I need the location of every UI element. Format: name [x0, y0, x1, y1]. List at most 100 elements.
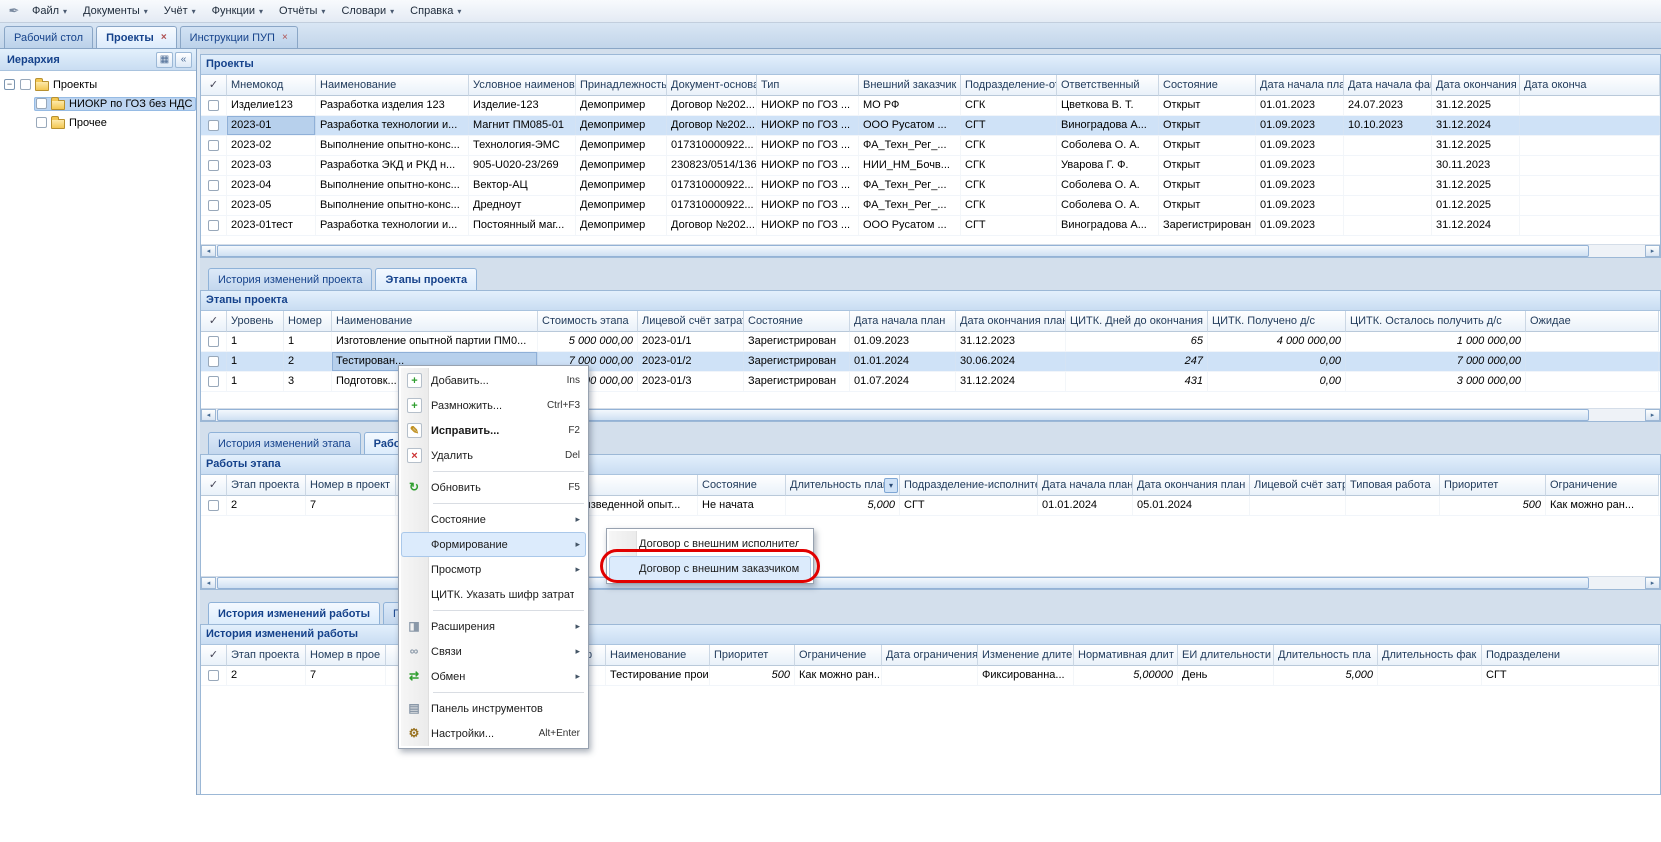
column-header[interactable]: Наименование [606, 645, 710, 666]
column-header[interactable]: Дата начала факт. [1344, 75, 1432, 96]
tree-node-inner[interactable]: НИОКР по ГОЗ без НДС [34, 97, 196, 111]
column-header[interactable]: Состояние [1159, 75, 1256, 96]
submenu-item[interactable]: Договор с внешним заказчиком... [609, 556, 811, 581]
column-header[interactable]: Подразделение-исполнитель. [900, 475, 1038, 496]
scroll-right-button[interactable]: ▸ [1645, 577, 1660, 589]
column-header[interactable]: Подразделение-от [961, 75, 1057, 96]
column-header[interactable]: Нормативная длит [1074, 645, 1178, 666]
row-select-cell[interactable] [201, 156, 227, 175]
context-menu-item[interactable]: ▤Панель инструментов [401, 696, 586, 721]
checkbox-icon[interactable] [36, 98, 47, 109]
tab-close-icon[interactable]: × [161, 33, 167, 43]
checkbox-icon[interactable] [208, 180, 219, 191]
column-header[interactable]: Этап проекта [227, 475, 306, 496]
column-header[interactable]: ЦИТК. Дней до окончания [1066, 311, 1208, 332]
scroll-left-button[interactable]: ◂ [201, 409, 216, 421]
context-menu-item[interactable]: ✎Исправить...F2 [401, 418, 586, 443]
section-tab[interactable]: Этапы проекта [375, 268, 477, 290]
column-header[interactable]: Состояние [744, 311, 850, 332]
column-header[interactable]: Ожидае [1526, 311, 1659, 332]
table-row[interactable]: 2023-01тестРазработка технологии и...Пос… [201, 216, 1660, 236]
column-header[interactable]: Лицевой счёт затр [1250, 475, 1346, 496]
scroll-right-button[interactable]: ▸ [1645, 245, 1660, 257]
row-select-cell[interactable] [201, 372, 227, 391]
context-menu-item[interactable]: +Размножить...Ctrl+F3 [401, 393, 586, 418]
context-menu-item[interactable]: ∞Связи▸ [401, 639, 586, 664]
menubar-item[interactable]: Учёт▾ [156, 0, 204, 22]
checkbox-icon[interactable] [208, 670, 219, 681]
column-header[interactable]: Дата окончания план [1133, 475, 1250, 496]
column-header[interactable]: Дата начала план [850, 311, 956, 332]
menubar-item[interactable]: Справка▾ [402, 0, 469, 22]
context-menu-item[interactable]: ◨Расширения▸ [401, 614, 586, 639]
checkbox-icon[interactable] [208, 220, 219, 231]
column-header[interactable]: ЦИТК. Осталось получить д/с [1346, 311, 1526, 332]
checkbox-icon[interactable] [208, 120, 219, 131]
checkbox-icon[interactable] [208, 376, 219, 387]
column-header[interactable]: Мнемокод [227, 75, 316, 96]
row-select-cell[interactable] [201, 216, 227, 235]
context-menu-item[interactable]: ⚙Настройки...Alt+Enter [401, 721, 586, 746]
column-header[interactable]: Дата оконча [1520, 75, 1660, 96]
scrollbar-track[interactable] [216, 245, 1645, 257]
column-header[interactable]: Длительность фак [1378, 645, 1482, 666]
column-header[interactable]: ЦИТК. Получено д/с [1208, 311, 1346, 332]
column-header[interactable]: Этап проекта [227, 645, 306, 666]
table-row[interactable]: 11Изготовление опытной партии ПМ0...5 00… [201, 332, 1660, 352]
checkbox-icon[interactable] [208, 336, 219, 347]
column-header[interactable]: Ограничение [795, 645, 882, 666]
table-row[interactable]: 2023-04Выполнение опытно-конс...Вектор-А… [201, 176, 1660, 196]
column-header[interactable]: Дата начала план. [1038, 475, 1133, 496]
column-header[interactable]: Тип [757, 75, 859, 96]
column-header[interactable]: Ограничение [1546, 475, 1659, 496]
column-header[interactable]: Внешний заказчик [859, 75, 961, 96]
menubar-item[interactable]: Документы▾ [75, 0, 156, 22]
tree-node-inner[interactable]: Прочее [34, 116, 111, 130]
select-all-checkbox[interactable]: ✓ [201, 311, 227, 332]
context-menu-item[interactable]: ⇄Обмен▸ [401, 664, 586, 689]
menubar-item[interactable]: Функции▾ [204, 0, 271, 22]
tree-node[interactable]: НИОКР по ГОЗ без НДС [0, 94, 196, 113]
scroll-right-button[interactable]: ▸ [1645, 409, 1660, 421]
column-header[interactable]: Длительность пла [1274, 645, 1378, 666]
tree-node[interactable]: −Проекты [0, 75, 196, 94]
column-header[interactable]: Типовая работа [1346, 475, 1440, 496]
workspace-tab[interactable]: Рабочий стол [4, 26, 93, 48]
checkbox-icon[interactable] [208, 100, 219, 111]
row-select-cell[interactable] [201, 332, 227, 351]
context-menu-item[interactable]: Формирование▸ [401, 532, 586, 557]
collapse-button[interactable]: « [175, 52, 192, 68]
column-header[interactable]: Лицевой счёт затрат [638, 311, 744, 332]
column-header[interactable]: Дата окончания план [956, 311, 1066, 332]
select-all-checkbox[interactable]: ✓ [201, 645, 227, 666]
column-header[interactable]: Дата окончания п. [1432, 75, 1520, 96]
column-header[interactable]: Уровень [227, 311, 284, 332]
column-header[interactable]: Номер в прое [306, 645, 386, 666]
workspace-tab[interactable]: Проекты× [96, 26, 177, 48]
menubar-item[interactable]: Словари▾ [333, 0, 402, 22]
checkbox-icon[interactable] [208, 500, 219, 511]
column-header[interactable]: ЕИ длительности [1178, 645, 1274, 666]
column-header[interactable]: Приоритет [710, 645, 795, 666]
checkbox-icon[interactable] [208, 140, 219, 151]
checkbox-icon[interactable] [20, 79, 31, 90]
column-header[interactable]: Дата ограничения [882, 645, 978, 666]
context-menu-item[interactable]: Просмотр▸ [401, 557, 586, 582]
row-select-cell[interactable] [201, 352, 227, 371]
row-select-cell[interactable] [201, 176, 227, 195]
row-select-cell[interactable] [201, 136, 227, 155]
tree-node[interactable]: Прочее [0, 113, 196, 132]
column-header[interactable]: Номер [284, 311, 332, 332]
row-select-cell[interactable] [201, 196, 227, 215]
table-row[interactable]: 2023-05Выполнение опытно-конс...Дредноут… [201, 196, 1660, 216]
section-tab[interactable]: История изменений работы [208, 602, 380, 624]
table-row[interactable]: 2023-03Разработка ЭКД и РКД н...905-U020… [201, 156, 1660, 176]
checkbox-icon[interactable] [208, 356, 219, 367]
section-tab[interactable]: История изменений проекта [208, 268, 372, 290]
checkbox-icon[interactable] [208, 160, 219, 171]
table-row[interactable]: 2023-02Выполнение опытно-конс...Технолог… [201, 136, 1660, 156]
checkbox-icon[interactable] [208, 200, 219, 211]
tree-node-inner[interactable]: Проекты [18, 78, 101, 92]
select-all-checkbox[interactable]: ✓ [201, 475, 227, 496]
context-menu-item[interactable]: ↻ОбновитьF5 [401, 475, 586, 500]
